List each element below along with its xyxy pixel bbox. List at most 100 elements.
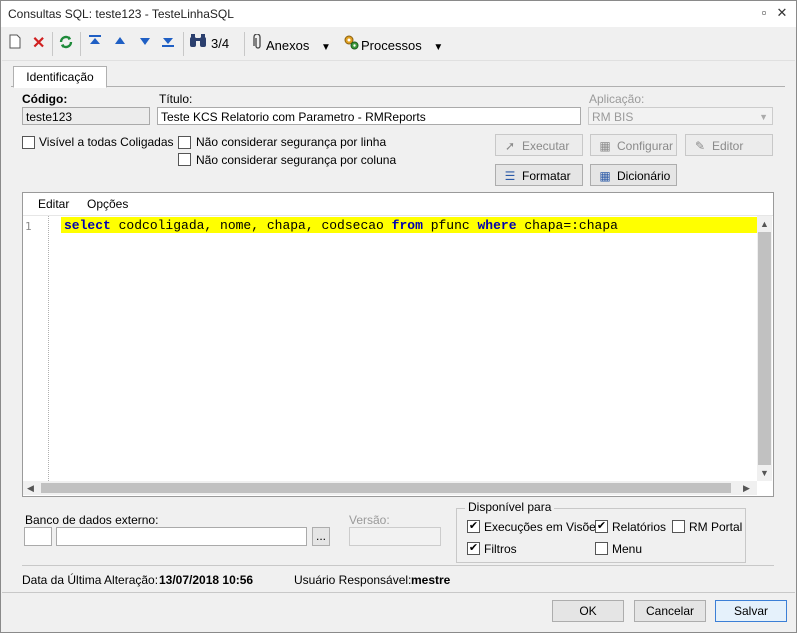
horizontal-scroll-thumb[interactable] [41, 483, 731, 493]
next-record-icon[interactable] [138, 34, 152, 54]
execucoes-visoes-label: Execuções em Visões [484, 520, 602, 534]
usuario-value: mestre [411, 573, 451, 587]
ultima-alteracao-value: 13/07/2018 10:56 [159, 573, 254, 587]
processos-label: Processos [361, 38, 422, 53]
toolbar-separator [52, 32, 53, 56]
chevron-down-icon: ▼ [433, 42, 444, 53]
sql-text: pfunc [422, 218, 478, 233]
toolbar-separator [80, 32, 81, 56]
menu-checkbox[interactable] [595, 542, 608, 555]
relatorios-checkbox[interactable]: ✔ [595, 520, 608, 533]
sql-text: chapa=:chapa [516, 218, 618, 233]
titulo-field[interactable]: Teste KCS Relatorio com Parametro - RMRe… [157, 107, 581, 125]
aplicacao-value: RM BIS [592, 110, 634, 124]
sql-keyword: select [64, 218, 111, 233]
titulo-label: Título: [159, 92, 193, 106]
scroll-up-icon[interactable]: ▲ [760, 219, 769, 229]
record-counter: 3/4 [211, 36, 230, 51]
window-title: Consultas SQL: teste123 - TesteLinhaSQL [8, 7, 234, 21]
processos-menu[interactable]: Processos ▼ [343, 34, 443, 54]
ultima-alteracao-label: Data da Última Alteração: [22, 573, 159, 587]
visivel-coligadas-checkbox[interactable] [22, 136, 35, 149]
binoculars-icon[interactable] [189, 34, 207, 54]
line-gutter [23, 216, 47, 481]
banco-browse-button[interactable]: ... [312, 527, 330, 546]
separator [22, 565, 774, 566]
dialog-window: Consultas SQL: teste123 - TesteLinhaSQL … [0, 0, 797, 633]
new-document-icon[interactable] [9, 34, 21, 54]
filtros-checkbox[interactable]: ✔ [467, 542, 480, 555]
format-icon: ☰ [504, 169, 516, 183]
banco-externo-label: Banco de dados externo: [25, 513, 159, 527]
lightning-icon: ➚ [504, 139, 516, 153]
nao-seg-linha-checkbox[interactable] [178, 136, 191, 149]
formatar-button[interactable]: ☰ Formatar [495, 164, 583, 186]
gears-icon [343, 34, 361, 56]
formatar-label: Formatar [522, 169, 571, 183]
dictionary-icon: ▦ [599, 169, 611, 183]
codigo-label: Código: [22, 92, 68, 106]
paperclip-icon [252, 33, 266, 56]
rm-portal-checkbox[interactable] [672, 520, 685, 533]
previous-record-icon[interactable] [113, 34, 127, 54]
dicionario-button[interactable]: ▦ Dicionário [590, 164, 677, 186]
sql-editor[interactable]: Editar Opções 1 select codcoligada, nome… [22, 192, 774, 497]
chevron-down-icon: ▼ [321, 42, 331, 53]
salvar-button[interactable]: Salvar [715, 600, 787, 622]
sql-keyword: from [391, 218, 423, 233]
tab-strip-line [11, 86, 785, 87]
sql-keyword: where [477, 218, 517, 233]
nao-seg-coluna-checkbox[interactable] [178, 153, 191, 166]
configure-icon: ▦ [599, 139, 611, 153]
execucoes-visoes-checkbox[interactable]: ✔ [467, 520, 480, 533]
scroll-down-icon[interactable]: ▼ [760, 468, 769, 478]
toolbar-separator [183, 32, 184, 56]
sql-text: codcoligada, nome, chapa, codsecao [110, 218, 392, 233]
editor-button[interactable]: ✎ Editor [685, 134, 773, 156]
rm-portal-label: RM Portal [689, 520, 743, 534]
codigo-field[interactable]: teste123 [22, 107, 150, 125]
scroll-right-icon[interactable]: ▶ [743, 483, 750, 494]
executar-label: Executar [522, 139, 570, 153]
refresh-icon[interactable] [58, 34, 74, 54]
configurar-button[interactable]: ▦ Configurar [590, 134, 677, 156]
first-record-icon[interactable] [88, 34, 102, 54]
minimize-icon[interactable]: ▫ [756, 5, 772, 21]
cancelar-button[interactable]: Cancelar [634, 600, 706, 622]
versao-field [349, 527, 441, 546]
tab-identificacao[interactable]: Identificação [13, 66, 107, 88]
aplicacao-select: RM BIS ▼ [588, 107, 773, 125]
close-icon[interactable]: ✕ [774, 5, 790, 21]
menu-label: Menu [612, 542, 643, 556]
relatorios-label: Relatórios [612, 520, 667, 534]
editor-label: Editor [712, 139, 744, 153]
delete-icon[interactable]: ✕ [32, 34, 45, 54]
last-record-icon[interactable] [161, 34, 175, 54]
toolbar: ✕ 3/4 Anexos ▼ Processos ▼ [2, 28, 795, 61]
vertical-scrollbar[interactable]: ▲ ▼ [757, 216, 772, 481]
executar-button[interactable]: ➚ Executar [495, 134, 583, 156]
anexos-label: Anexos [266, 38, 310, 53]
menu-opcoes[interactable]: Opções [87, 197, 128, 211]
visivel-coligadas-label: Visível a todas Coligadas [39, 135, 174, 149]
scroll-left-icon[interactable]: ◀ [27, 483, 34, 494]
banco-code-field[interactable] [24, 527, 52, 546]
gutter-divider [48, 216, 49, 481]
dicionario-label: Dicionário [617, 169, 671, 183]
configurar-label: Configurar [617, 139, 674, 153]
chevron-down-icon: ▼ [759, 112, 768, 122]
anexos-menu[interactable]: Anexos ▼ [252, 33, 331, 56]
editor-menubar: Editar Opções [23, 193, 773, 216]
edit-icon: ✎ [694, 139, 706, 153]
nao-seg-coluna-label: Não considerar segurança por coluna [196, 153, 397, 167]
footer-separator [2, 592, 795, 593]
ok-button[interactable]: OK [552, 600, 624, 622]
menu-editar[interactable]: Editar [38, 197, 69, 211]
sql-code[interactable]: select codcoligada, nome, chapa, codseca… [64, 218, 618, 233]
banco-name-field[interactable] [56, 527, 307, 546]
line-number: 1 [25, 220, 32, 233]
horizontal-scrollbar[interactable]: ◀ ▶ [23, 481, 757, 495]
vertical-scroll-thumb[interactable] [758, 232, 771, 465]
versao-label: Versão: [349, 513, 390, 527]
toolbar-separator [244, 32, 245, 56]
